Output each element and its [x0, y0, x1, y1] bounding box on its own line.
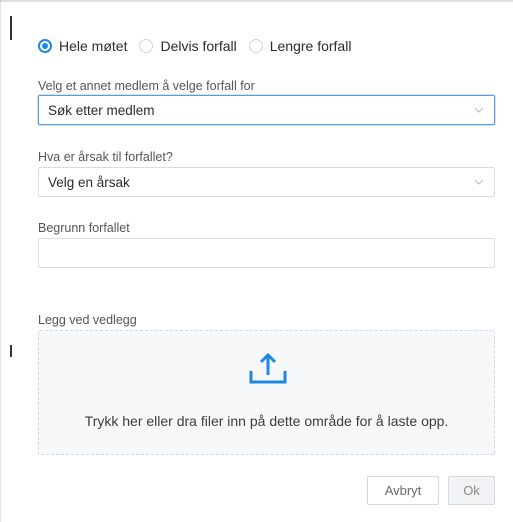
chevron-down-icon: [474, 179, 484, 185]
cancel-button[interactable]: Avbryt: [367, 476, 439, 505]
radio-unchecked-icon[interactable]: [139, 39, 154, 53]
radio-lengre-forfall[interactable]: Lengre forfall: [248, 38, 352, 54]
radio-label: Hele møtet: [59, 38, 128, 54]
member-select-value: Søk etter medlem: [48, 102, 155, 118]
radio-unchecked-icon[interactable]: [248, 39, 263, 53]
left-edge-mark: [10, 16, 12, 40]
absence-type-radio-group: Hele møtet Delvis forfall Lengre forfall: [38, 36, 351, 56]
radio-label: Delvis forfall: [160, 38, 237, 54]
reason-field-label: Hva er årsak til forfallet?: [38, 150, 173, 164]
justification-input[interactable]: [38, 238, 495, 268]
radio-hele-motet[interactable]: Hele møtet: [38, 38, 127, 54]
upload-icon: [249, 352, 287, 384]
dropzone-instructions: Trykk her eller dra filer inn på dette o…: [84, 413, 449, 429]
attachment-dropzone[interactable]: Trykk her eller dra filer inn på dette o…: [38, 330, 495, 455]
radio-checked-icon[interactable]: [38, 39, 52, 53]
left-edge-mark: [10, 345, 12, 357]
ok-button[interactable]: Ok: [448, 476, 495, 505]
chevron-down-icon: [474, 107, 484, 113]
radio-delvis-forfall[interactable]: Delvis forfall: [139, 38, 237, 54]
reason-select[interactable]: Velg en årsak: [38, 167, 495, 197]
attachment-field-label: Legg ved vedlegg: [38, 313, 137, 327]
reason-select-value: Velg en årsak: [48, 174, 130, 190]
member-field-label: Velg et annet medlem å velge forfall for: [38, 79, 255, 93]
member-search-select[interactable]: Søk etter medlem: [38, 95, 495, 125]
dialog-top-edge: [0, 0, 513, 2]
justification-field-label: Begrunn forfallet: [38, 221, 130, 235]
radio-label: Lengre forfall: [269, 38, 352, 54]
